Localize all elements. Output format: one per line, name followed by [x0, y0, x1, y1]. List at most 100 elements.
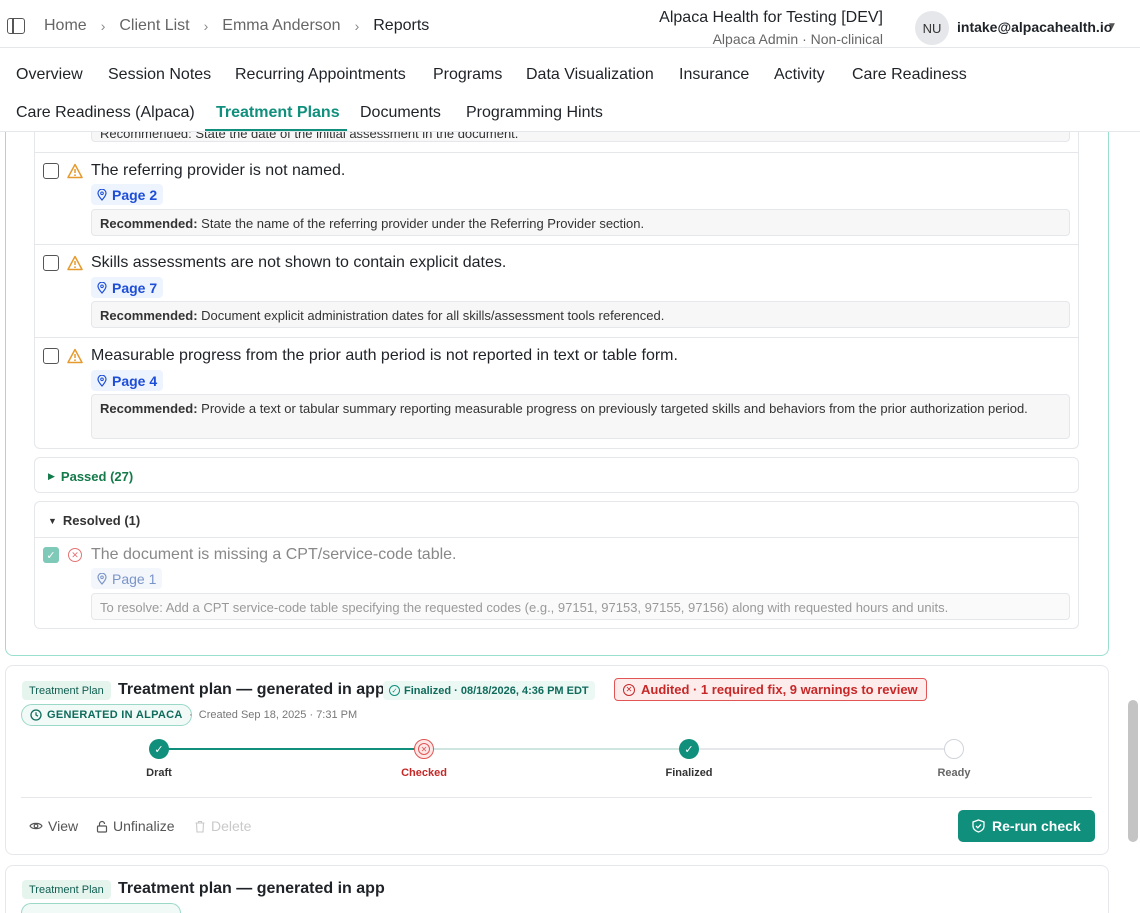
tab-documents[interactable]: Documents: [360, 104, 441, 122]
shield-check-icon: [972, 819, 985, 833]
issue-checkbox[interactable]: [43, 348, 59, 364]
audit-status-badge[interactable]: ✕ Audited · 1 required fix, 9 warnings t…: [614, 678, 927, 701]
issue-checkbox[interactable]: [43, 163, 59, 179]
page-link[interactable]: Page 7: [91, 277, 164, 298]
page-link-label: Page 1: [112, 570, 157, 587]
recommendation-label: Recommended:: [100, 401, 198, 416]
warning-triangle-icon: [67, 255, 83, 271]
audit-status-text: Audited · 1 required fix, 9 warnings to …: [641, 682, 918, 697]
caret-down-icon: ▼: [48, 515, 57, 526]
step-label: Ready: [937, 767, 971, 779]
tab-treatment-plans[interactable]: Treatment Plans: [216, 104, 340, 122]
x-circle-icon: ✕: [623, 683, 635, 696]
generated-badge: GENERATED IN ALPACA: [21, 704, 192, 726]
page-link-label: Page 7: [112, 279, 158, 296]
divider: [21, 797, 1092, 798]
resolution-box: To resolve: Add a CPT service-code table…: [91, 593, 1070, 620]
page-link-label: Page 2: [112, 186, 158, 203]
main-content: Recommended: State the date of the initi…: [0, 0, 1140, 913]
delete-button[interactable]: Delete: [194, 818, 251, 834]
tab-data-visualization[interactable]: Data Visualization: [526, 66, 654, 84]
tab-session-notes[interactable]: Session Notes: [108, 66, 211, 84]
plan-type-tag: Treatment Plan: [22, 681, 111, 700]
tab-bar: Overview Session Notes Recurring Appoint…: [0, 49, 1140, 132]
divider: [35, 152, 1078, 153]
recommendation-text: State the name of the referring provider…: [201, 216, 645, 231]
divider: [35, 337, 1078, 338]
recommendation-text: Provide a text or tabular summary report…: [201, 401, 1028, 416]
resolved-issue-text: The document is missing a CPT/service-co…: [91, 546, 457, 563]
tab-care-readiness[interactable]: Care Readiness: [852, 66, 967, 84]
step-label: Checked: [401, 767, 447, 779]
recommendation-box: Recommended: Document explicit administr…: [91, 301, 1070, 328]
step-draft-check-icon: ✓: [149, 739, 169, 759]
resolved-toggle[interactable]: ▼ Resolved (1): [48, 513, 140, 528]
created-meta: · Created Sep 18, 2025 · 7:31 PM: [189, 709, 358, 721]
tab-overview[interactable]: Overview: [16, 66, 83, 84]
active-tab-indicator: [205, 129, 347, 131]
issue-text: The referring provider is not named.: [91, 162, 346, 179]
plan-title[interactable]: Treatment plan — generated in app: [118, 681, 385, 699]
page-link[interactable]: Page 4: [91, 370, 164, 391]
recommendation-text: Document explicit administration dates f…: [201, 308, 665, 323]
generated-badge: [21, 903, 181, 913]
tab-care-readiness-alpaca[interactable]: Care Readiness (Alpaca): [16, 104, 195, 122]
tab-activity[interactable]: Activity: [774, 66, 825, 84]
plan-title[interactable]: Treatment plan — generated in app: [118, 880, 385, 898]
page-link[interactable]: Page 2: [91, 184, 164, 205]
page-link-label: Page 4: [112, 372, 158, 389]
plan-type-tag: Treatment Plan: [22, 880, 111, 899]
issue-text: Measurable progress from the prior auth …: [91, 347, 678, 364]
resolved-checkbox[interactable]: ✓: [43, 547, 59, 563]
tab-programming-hints[interactable]: Programming Hints: [466, 104, 603, 122]
step-finalized-check-icon: ✓: [679, 739, 699, 759]
caret-right-icon: ▶: [48, 471, 55, 481]
recommendation-label: Recommended:: [100, 308, 198, 323]
unfinalize-label: Unfinalize: [113, 818, 175, 834]
warning-triangle-icon: [67, 348, 83, 364]
view-label: View: [48, 818, 79, 834]
eye-icon: [29, 822, 43, 830]
rerun-check-button[interactable]: Re-run check: [958, 810, 1095, 842]
finalized-badge: ✓ Finalized · 08/18/2026, 4:36 PM EDT: [383, 681, 595, 700]
delete-label: Delete: [211, 818, 252, 834]
stepper-line: [424, 748, 689, 750]
page-link[interactable]: Page 1: [91, 568, 163, 589]
stepper-line: [689, 748, 954, 750]
recommendation-box: Recommended: Provide a text or tabular s…: [91, 394, 1070, 439]
clock-icon: [30, 709, 42, 721]
map-pin-icon: [97, 188, 107, 201]
view-button[interactable]: View: [29, 818, 78, 834]
stepper-line: [159, 748, 424, 750]
check-circle-icon: ✓: [389, 685, 400, 696]
passed-label: Passed (27): [60, 469, 134, 484]
divider: [35, 537, 1078, 538]
scrollbar[interactable]: [1128, 700, 1138, 842]
unfinalize-button[interactable]: Unfinalize: [96, 818, 174, 834]
lock-icon: [96, 820, 108, 833]
finalized-text: Finalized · 08/18/2026, 4:36 PM EDT: [404, 684, 589, 697]
x-circle-icon: ✕: [68, 548, 82, 562]
recommendation-label: Recommended:: [100, 216, 198, 231]
step-label: Finalized: [665, 767, 713, 779]
tab-recurring-appointments[interactable]: Recurring Appointments: [235, 66, 406, 84]
generated-text: GENERATED IN ALPACA: [47, 709, 183, 721]
tab-programs[interactable]: Programs: [433, 66, 502, 84]
passed-toggle[interactable]: ▶ Passed (27): [48, 469, 133, 484]
map-pin-icon: [97, 572, 107, 585]
issue-text: Skills assessments are not shown to cont…: [91, 254, 507, 271]
step-label: Draft: [146, 767, 172, 779]
resolved-label: Resolved (1): [62, 513, 141, 528]
divider: [35, 244, 1078, 245]
trash-icon: [195, 820, 205, 833]
passed-section[interactable]: ▶ Passed (27): [34, 457, 1079, 493]
step-checked-x-icon: ✕: [414, 739, 434, 759]
rerun-label: Re-run check: [992, 818, 1081, 834]
map-pin-icon: [97, 281, 107, 294]
step-ready-circle-icon: [944, 739, 964, 759]
issue-checkbox[interactable]: [43, 255, 59, 271]
recommendation-box: Recommended: State the name of the refer…: [91, 209, 1070, 236]
created-text: Created Sep 18, 2025 · 7:31 PM: [198, 709, 358, 721]
map-pin-icon: [97, 374, 107, 387]
tab-insurance[interactable]: Insurance: [679, 66, 749, 84]
